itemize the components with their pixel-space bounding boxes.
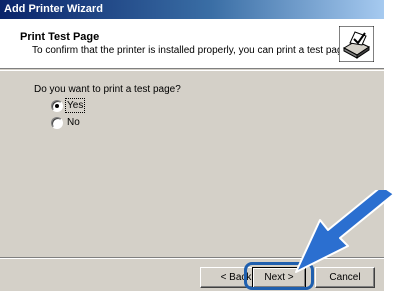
test-page-question: Do you want to print a test page?	[34, 84, 181, 95]
radio-button-yes[interactable]	[51, 99, 63, 112]
radio-button-no[interactable]	[51, 116, 63, 129]
radio-option-no[interactable]: No	[51, 116, 80, 129]
page-title: Print Test Page	[20, 31, 100, 43]
radio-label-yes[interactable]: Yes	[64, 98, 86, 113]
page-subtitle: To confirm that the printer is installed…	[32, 45, 351, 56]
printer-check-icon	[339, 26, 374, 62]
pointer-arrow-icon	[295, 190, 395, 273]
radio-label-no[interactable]: No	[67, 117, 80, 128]
radio-option-yes[interactable]: Yes	[51, 98, 86, 113]
wizard-header: Print Test Page To confirm that the prin…	[0, 19, 384, 69]
title-bar[interactable]: Add Printer Wizard	[0, 0, 384, 19]
window-title: Add Printer Wizard	[4, 3, 103, 15]
